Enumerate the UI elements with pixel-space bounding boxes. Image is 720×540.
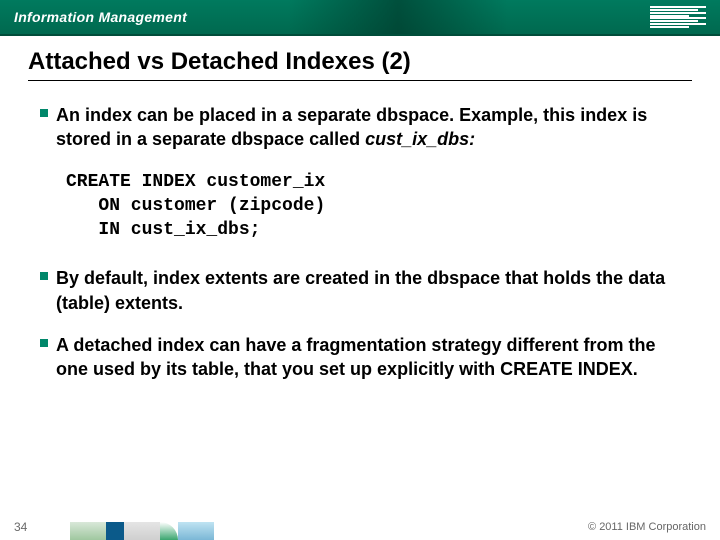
copyright: © 2011 IBM Corporation xyxy=(588,521,706,533)
bullet-square-icon xyxy=(40,109,48,117)
slide-body: Attached vs Detached Indexes (2) An inde… xyxy=(0,34,720,382)
slide-title: Attached vs Detached Indexes (2) xyxy=(28,48,692,76)
bullet-1: An index can be placed in a separate dbs… xyxy=(40,103,692,152)
bullet-square-icon xyxy=(40,339,48,347)
title-underline xyxy=(28,80,692,81)
header-accent xyxy=(288,0,508,34)
footer: 34 © 2011 IBM Corporation xyxy=(0,520,720,534)
code-block: CREATE INDEX customer_ix ON customer (zi… xyxy=(66,170,692,243)
header-bar: Information Management xyxy=(0,0,720,34)
bullet-1-text: An index can be placed in a separate dbs… xyxy=(56,103,692,152)
ibm-logo xyxy=(650,6,706,28)
bullet-2-text: By default, index extents are created in… xyxy=(56,266,692,315)
bullet-square-icon xyxy=(40,272,48,280)
bullet-3-text: A detached index can have a fragmentatio… xyxy=(56,333,692,382)
bullet-2: By default, index extents are created in… xyxy=(40,266,692,315)
bullet-1-code: cust_ix_dbs: xyxy=(365,129,475,149)
page-number: 34 xyxy=(14,520,27,534)
bullet-1-pre: An index can be placed in a separate dbs… xyxy=(56,105,647,149)
bullet-3: A detached index can have a fragmentatio… xyxy=(40,333,692,382)
header-title: Information Management xyxy=(14,9,187,25)
